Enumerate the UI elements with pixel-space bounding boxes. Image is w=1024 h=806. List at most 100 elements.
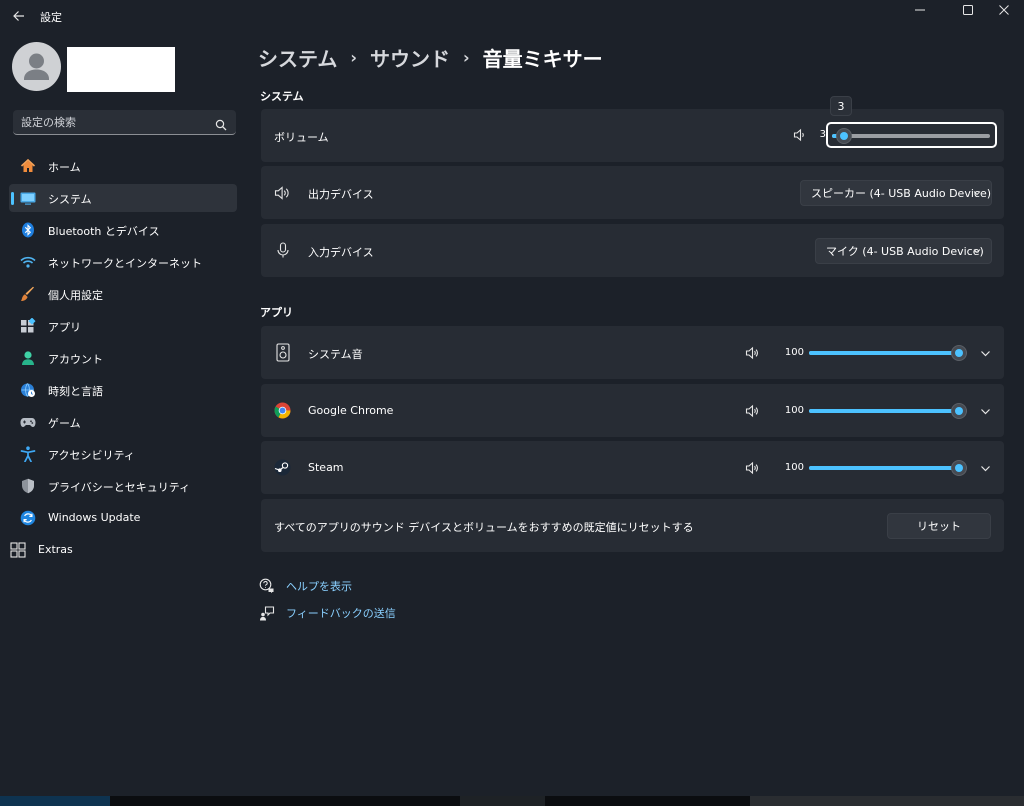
app-volume-value: 100 [784,462,804,473]
input-device-label: 入力デバイス [308,246,374,259]
search-box[interactable] [13,110,236,135]
arrow-left-icon [13,11,24,21]
section-title-system: システム [260,90,304,103]
help-link[interactable]: ヘルプを表示 [259,577,352,595]
chevron-right-icon: › [350,47,357,67]
update-icon [20,510,36,526]
app-volume-slider-thumb[interactable] [951,403,967,419]
speaker-icon[interactable] [745,346,759,360]
breadcrumb-system[interactable]: システム [258,43,337,72]
volume-slider-focus-ring [826,122,997,148]
speaker-icon[interactable] [745,461,759,475]
output-device-dropdown[interactable]: スピーカー (4- USB Audio Device) [800,180,992,206]
app-volume-slider-fill [809,466,959,470]
steam-icon [274,459,291,476]
window-title: 設定 [40,11,62,24]
search-icon[interactable] [215,116,227,131]
output-device-selected: スピーカー (4- USB Audio Device) [811,187,992,200]
system-sounds-icon [276,343,290,362]
feedback-link[interactable]: フィードバックの送信 [259,604,396,622]
sidebar-nav: ホーム システム Bluetooth とデバイス ネットワークとインターネット … [9,152,237,568]
app-volume-slider[interactable] [809,460,967,476]
sidebar-item-bluetooth[interactable]: Bluetooth とデバイス [9,216,237,244]
extras-icon [10,542,26,558]
app-row-google-chrome: Google Chrome 100 [261,384,1004,437]
sidebar-item-system[interactable]: システム [9,184,237,212]
settings-window: 設定 ホーム [0,0,1024,796]
sidebar-item-time-language[interactable]: 時刻と言語 [9,376,237,404]
app-volume-slider[interactable] [809,403,967,419]
chevron-down-icon [973,191,981,196]
sidebar-item-gaming[interactable]: ゲーム [9,408,237,436]
avatar[interactable] [12,42,61,91]
app-volume-value: 100 [784,347,804,358]
chrome-icon [274,402,291,419]
feedback-icon [259,605,275,621]
sidebar-item-windows-update[interactable]: Windows Update [9,504,237,532]
output-device-label: 出力デバイス [308,188,374,201]
bluetooth-icon [20,222,36,238]
search-input[interactable] [21,110,211,134]
chevron-down-icon[interactable] [978,404,992,418]
app-volume-slider-fill [809,351,959,355]
taskbar-edge [0,796,1024,806]
maximize-button[interactable] [951,0,985,20]
sidebar-item-accessibility[interactable]: アクセシビリティ [9,440,237,468]
maximize-icon [963,5,973,15]
close-button[interactable] [987,0,1021,20]
sidebar-item-privacy[interactable]: プライバシーとセキュリティ [9,472,237,500]
close-icon [999,5,1009,15]
reset-description: すべてのアプリのサウンド デバイスとボリュームをおすすめの既定値にリセットする [274,521,694,534]
sidebar-item-extras[interactable]: Extras [9,536,237,564]
gamepad-icon [20,414,36,430]
volume-tooltip: 3 [830,96,852,116]
app-volume-slider-thumb[interactable] [951,460,967,476]
app-row-steam: Steam 100 [261,441,1004,494]
section-title-apps: アプリ [260,306,293,319]
title-bar: 設定 [0,0,1024,32]
back-button[interactable] [8,5,30,27]
apps-icon [20,318,36,334]
speaker-icon[interactable] [745,404,759,418]
home-icon [20,158,36,174]
app-volume-slider[interactable] [809,345,967,361]
minimize-icon [915,9,925,11]
minimize-button[interactable] [903,0,937,20]
chevron-down-icon[interactable] [978,461,992,475]
input-device-dropdown[interactable]: マイク (4- USB Audio Device) [815,238,992,264]
feedback-link-text[interactable]: フィードバックの送信 [286,605,396,621]
input-device-selected: マイク (4- USB Audio Device) [826,245,984,258]
chevron-down-icon[interactable] [978,346,992,360]
breadcrumb: システム › サウンド › 音量ミキサー [258,42,603,72]
account-name-redacted [67,47,175,92]
shield-icon [20,478,36,494]
chevron-right-icon: › [463,47,470,67]
brush-icon [20,286,36,302]
help-chat-icon [259,578,275,594]
sidebar-item-network[interactable]: ネットワークとインターネット [9,248,237,276]
sidebar-item-accounts[interactable]: アカウント [9,344,237,372]
person-silhouette-icon [24,53,49,80]
app-volume-slider-fill [809,409,959,413]
breadcrumb-sound[interactable]: サウンド [370,43,450,72]
speaker-icon[interactable] [793,128,807,142]
app-volume-slider-thumb[interactable] [951,345,967,361]
sidebar-item-personalization[interactable]: 個人用設定 [9,280,237,308]
output-device-card[interactable]: 出力デバイス スピーカー (4- USB Audio Device) [261,166,1004,219]
sidebar-item-home[interactable]: ホーム [9,152,237,180]
wifi-icon [20,254,36,270]
sidebar-item-apps[interactable]: アプリ [9,312,237,340]
help-link-text[interactable]: ヘルプを表示 [286,578,352,594]
input-device-card[interactable]: 入力デバイス マイク (4- USB Audio Device) [261,224,1004,277]
speaker-output-icon [274,185,290,201]
reset-button[interactable]: リセット [887,513,991,539]
monitor-icon [20,190,36,206]
page-title: 音量ミキサー [482,46,603,71]
app-name: システム音 [308,348,363,361]
microphone-icon [275,242,291,258]
app-row-system-sounds: システム音 100 [261,326,1004,379]
volume-value: 3 [819,129,826,140]
volume-label: ボリューム [274,131,329,144]
chevron-down-icon [973,249,981,254]
app-name: Steam [308,461,344,474]
